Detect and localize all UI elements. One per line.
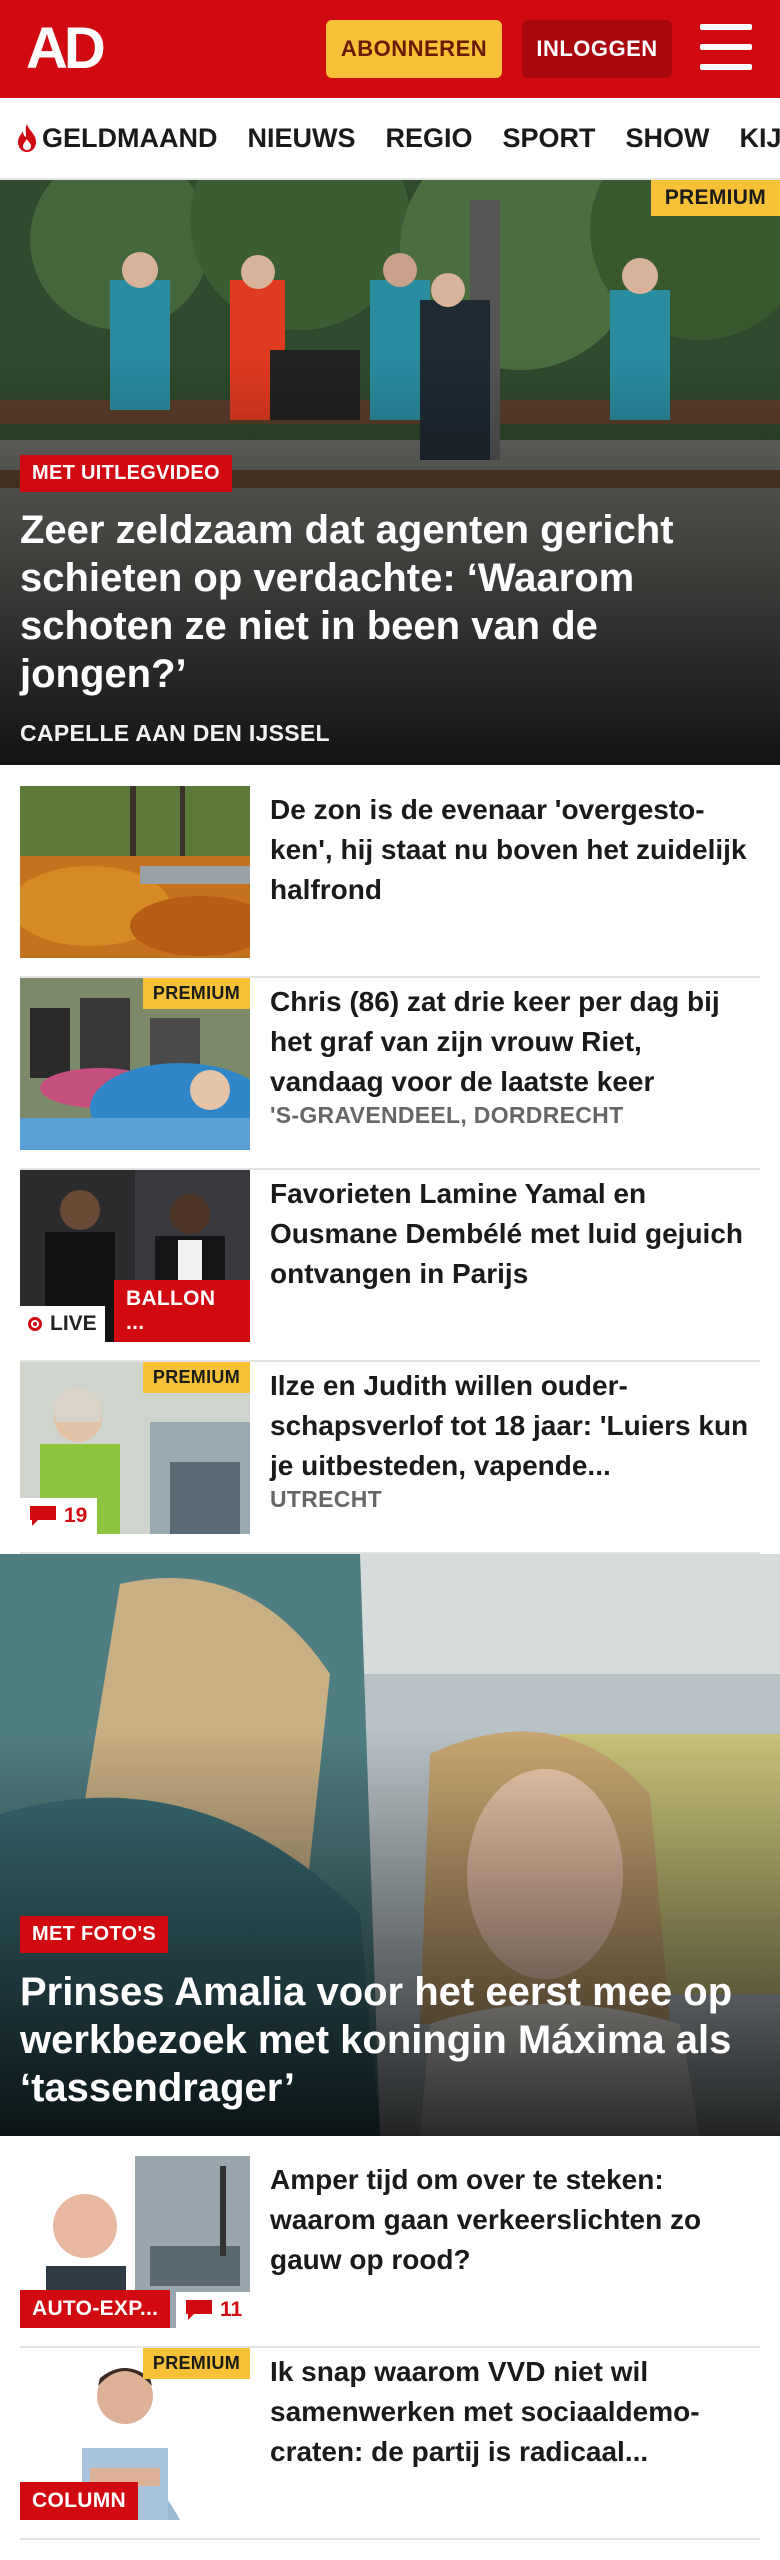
hero-tag: MET FOTO'S <box>20 1916 169 1953</box>
item-title[interactable]: Favorieten Lamine Yamal en Ousmane Dembé… <box>270 1174 760 1294</box>
thumb-players: LIVE BALLON ... <box>20 1170 250 1342</box>
svg-text:AD: AD <box>26 18 104 78</box>
item-location: 'S-GRAVENDEEL, DORDRECHT <box>270 1102 624 1128</box>
item-title[interactable]: De zon is de evenaar 'overgesto-ken', hi… <box>270 790 760 910</box>
thumb-auto-expert: AUTO-EXP... 11 <box>20 2156 250 2328</box>
nav-item-kijk[interactable]: KIJK <box>740 123 780 154</box>
thumb-women: PREMIUM 19 <box>20 1362 250 1534</box>
premium-badge: PREMIUM <box>142 1362 250 1393</box>
live-badge: LIVE <box>20 1306 105 1342</box>
category-label: COLUMN <box>20 2482 138 2520</box>
thumb-grave: PREMIUM <box>20 978 250 1150</box>
nav-item-sport[interactable]: SPORT <box>503 123 596 154</box>
subscribe-button[interactable]: ABONNEREN <box>326 20 502 78</box>
item-title[interactable]: Amper tijd om over te steken: waarom gaa… <box>270 2160 760 2280</box>
menu-icon[interactable] <box>700 24 752 74</box>
comment-icon <box>30 1506 56 1526</box>
comment-icon <box>186 2300 212 2320</box>
category-label: BALLON ... <box>114 1280 250 1342</box>
list-item[interactable]: PREMIUM 19 Ilze en Judith willen ouder-s… <box>20 1362 760 1554</box>
item-title[interactable]: Ilze en Judith willen ouder-schapsverlof… <box>270 1366 760 1486</box>
list-item[interactable]: LIVE BALLON ... Favorieten Lamine Yamal … <box>20 1170 760 1362</box>
list-item[interactable]: De zon is de evenaar 'overgesto-ken', hi… <box>20 786 760 978</box>
list-item[interactable]: AUTO-EXP... 11 Amper tijd om over te ste… <box>20 2156 760 2348</box>
hero-tag: MET UITLEGVIDEO <box>20 455 232 492</box>
list-item[interactable]: PREMIUM Chris (86) zat drie keer per dag… <box>20 978 760 1170</box>
nav-label: GELDMAAND <box>42 122 218 153</box>
premium-badge: PREMIUM <box>142 2348 250 2379</box>
hero-title[interactable]: Prinses Amalia voor het eerst mee op wer… <box>20 1968 760 2112</box>
hero-title[interactable]: Zeer zeldzaam dat agenten gericht schiet… <box>20 506 760 698</box>
thumb-columnist: PREMIUM COLUMN <box>20 2348 250 2520</box>
comment-count[interactable]: 11 <box>176 2292 250 2328</box>
hero-story-2[interactable]: MET FOTO'S Prinses Amalia voor het eerst… <box>0 1554 780 2136</box>
nav-item-regio[interactable]: REGIO <box>386 123 473 154</box>
hero-location: CAPELLE AAN DEN IJSSEL <box>20 720 330 746</box>
premium-badge: PREMIUM <box>650 180 780 216</box>
comment-count-label: 19 <box>64 1504 88 1527</box>
nav-item-geldmaand[interactable]: GELDMAAND <box>16 123 218 154</box>
item-title[interactable]: Chris (86) zat drie keer per dag bij het… <box>270 982 760 1102</box>
nav-item-nieuws[interactable]: NIEUWS <box>248 123 356 154</box>
live-dot-icon <box>28 1317 42 1331</box>
list-item[interactable]: PREMIUM COLUMN Ik snap waarom VVD niet w… <box>20 2348 760 2540</box>
category-label: AUTO-EXP... <box>20 2290 171 2328</box>
login-button[interactable]: INLOGGEN <box>522 20 672 78</box>
main-nav: GELDMAAND NIEUWS REGIO SPORT SHOW KIJK <box>0 98 780 180</box>
item-location: UTRECHT <box>270 1486 382 1512</box>
ad-logo[interactable]: AD <box>26 18 116 78</box>
comment-count[interactable]: 19 <box>20 1498 98 1534</box>
item-title[interactable]: Ik snap waarom VVD niet wil samenwerken … <box>270 2352 760 2472</box>
top-bar: AD ABONNEREN INLOGGEN <box>0 0 780 98</box>
nav-item-show[interactable]: SHOW <box>626 123 710 154</box>
live-label: LIVE <box>50 1312 97 1335</box>
thumb-leaves <box>20 786 250 958</box>
flame-icon <box>18 124 36 152</box>
comment-count-label: 11 <box>220 2298 243 2321</box>
hero-story-1[interactable]: PREMIUM MET UITLEGVIDEO Zeer zeldzaam da… <box>0 180 780 765</box>
premium-badge: PREMIUM <box>142 978 250 1009</box>
